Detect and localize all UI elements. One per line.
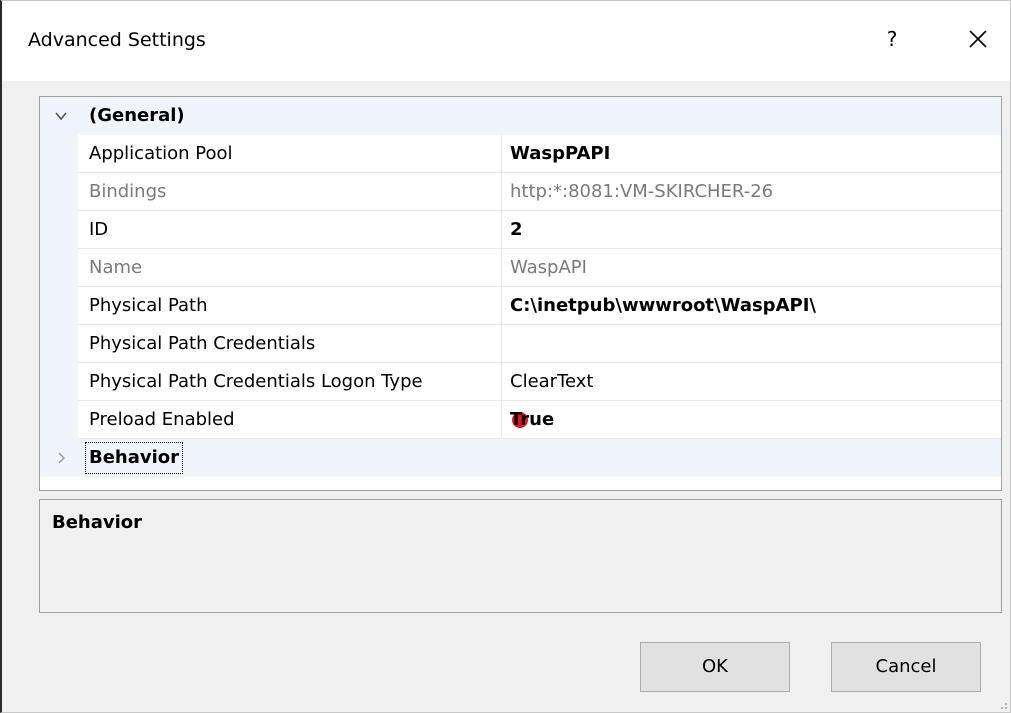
property-value[interactable]: ClearText [502, 363, 1001, 401]
property-row-bindings[interactable]: Bindings http:*:8081:VM-SKIRCHER-26 [40, 173, 1001, 211]
property-grid[interactable]: (General) Application Pool WaspPAPI Bind… [39, 96, 1002, 491]
property-name: Bindings [78, 173, 502, 211]
property-name: Physical Path [78, 287, 502, 325]
property-name: ID [78, 211, 502, 249]
cancel-button[interactable]: Cancel [831, 642, 981, 692]
chevron-down-icon[interactable] [54, 109, 68, 123]
property-row-physical-path-credentials-logon-type[interactable]: Physical Path Credentials Logon Type Cle… [40, 363, 1001, 401]
property-name: Preload Enabled [78, 401, 528, 439]
property-value[interactable]: C:\inetpub\wwwroot\WaspAPI\ [502, 287, 1001, 325]
resize-grip-icon[interactable] [1000, 702, 1008, 710]
help-button[interactable]: ? [874, 21, 910, 57]
category-label: (General) [89, 105, 185, 126]
title-bar: Advanced Settings ? [2, 1, 1010, 81]
category-label: Behavior [84, 442, 184, 474]
property-row-physical-path[interactable]: Physical Path C:\inetpub\wwwroot\WaspAPI… [40, 287, 1001, 325]
advanced-settings-dialog: Advanced Settings ? (General) Applicatio… [0, 0, 1011, 713]
property-row-name[interactable]: Name WaspAPI [40, 249, 1001, 287]
property-value[interactable]: WaspAPI [502, 249, 1001, 287]
dialog-title: Advanced Settings [28, 29, 206, 51]
property-value[interactable]: http:*:8081:VM-SKIRCHER-26 [502, 173, 1001, 211]
property-name: Physical Path Credentials [78, 325, 502, 363]
property-value[interactable]: True [502, 401, 1001, 439]
property-name: Physical Path Credentials Logon Type [78, 363, 502, 401]
property-name: Name [78, 249, 502, 287]
category-behavior[interactable]: Behavior [40, 439, 1001, 477]
description-title: Behavior [52, 512, 143, 533]
ok-button[interactable]: OK [640, 642, 790, 692]
category-general[interactable]: (General) [40, 97, 1001, 135]
chevron-right-icon[interactable] [54, 451, 68, 465]
property-row-id[interactable]: ID 2 [40, 211, 1001, 249]
property-value[interactable] [502, 325, 1001, 363]
description-panel: Behavior [39, 499, 1002, 613]
property-name-label: Preload Enabled [89, 409, 235, 430]
property-value[interactable]: 2 [502, 211, 1001, 249]
property-value[interactable]: WaspPAPI [502, 135, 1001, 173]
close-icon [969, 30, 987, 48]
property-name: Application Pool [78, 135, 502, 173]
property-row-application-pool[interactable]: Application Pool WaspPAPI [40, 135, 1001, 173]
property-row-physical-path-credentials[interactable]: Physical Path Credentials [40, 325, 1001, 363]
property-row-preload-enabled[interactable]: Preload Enabled True [40, 401, 1001, 439]
close-button[interactable] [960, 21, 996, 57]
